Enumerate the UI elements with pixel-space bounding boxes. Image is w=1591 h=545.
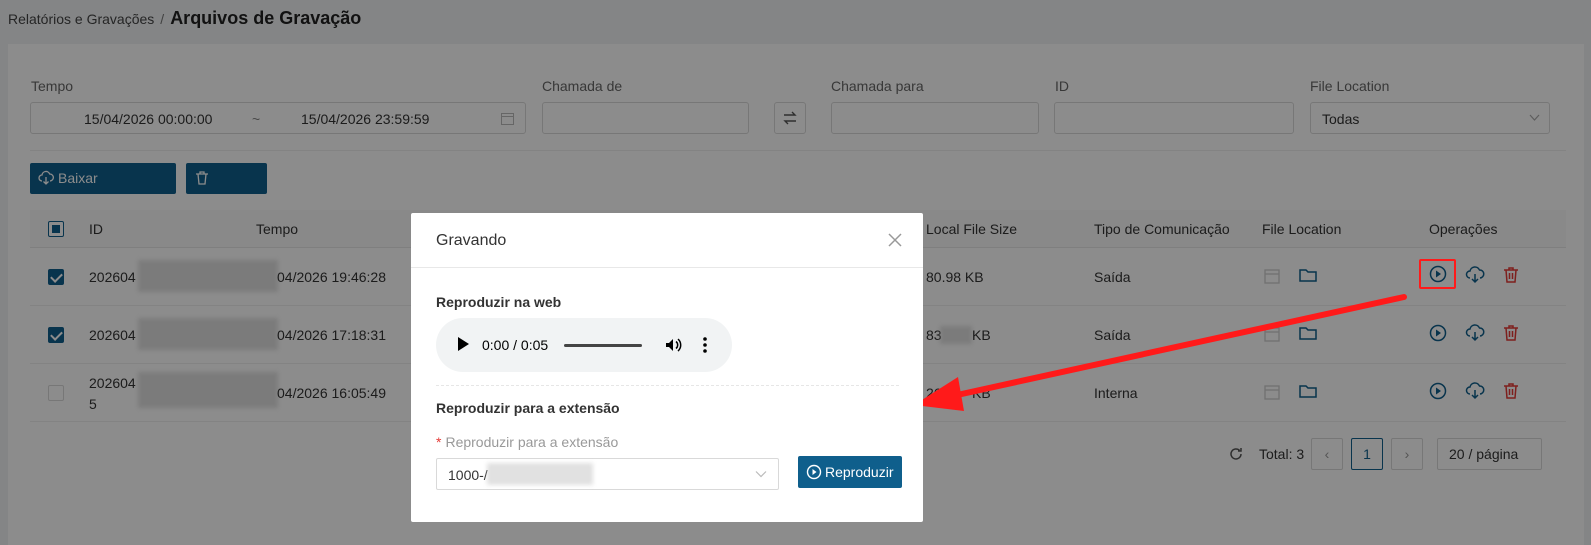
modal-divider bbox=[411, 267, 923, 268]
ext-field-label: * Reproduzir para a extensão bbox=[436, 434, 618, 450]
ext-section-title: Reproduzir para a extensão bbox=[436, 400, 620, 416]
recording-modal: Gravando Reproduzir na web 0:00 / 0:05 R… bbox=[411, 213, 923, 522]
extension-select[interactable]: 1000-/ bbox=[436, 458, 779, 490]
audio-time: 0:00 / 0:05 bbox=[482, 337, 549, 353]
redacted-block bbox=[487, 463, 593, 485]
play-to-extension-button[interactable]: Reproduzir bbox=[798, 456, 902, 488]
close-icon[interactable] bbox=[886, 231, 904, 249]
chevron-down-icon bbox=[755, 471, 767, 478]
required-star: * bbox=[436, 434, 442, 450]
annotation-arrow-icon bbox=[914, 294, 1407, 411]
audio-progress-track[interactable] bbox=[564, 344, 642, 347]
ext-field-label-text: Reproduzir para a extensão bbox=[445, 434, 619, 450]
modal-title: Gravando bbox=[436, 232, 507, 249]
audio-play-icon[interactable] bbox=[458, 337, 469, 351]
highlight-box bbox=[1419, 259, 1456, 289]
play-circle-icon bbox=[806, 464, 822, 480]
audio-player[interactable]: 0:00 / 0:05 bbox=[436, 318, 732, 372]
more-vertical-icon[interactable] bbox=[702, 336, 708, 354]
volume-icon[interactable] bbox=[664, 336, 682, 354]
extension-value: 1000-/ bbox=[448, 467, 488, 483]
section-divider bbox=[436, 385, 899, 386]
web-section-title: Reproduzir na web bbox=[436, 294, 562, 310]
play-button-label: Reproduzir bbox=[825, 464, 894, 480]
